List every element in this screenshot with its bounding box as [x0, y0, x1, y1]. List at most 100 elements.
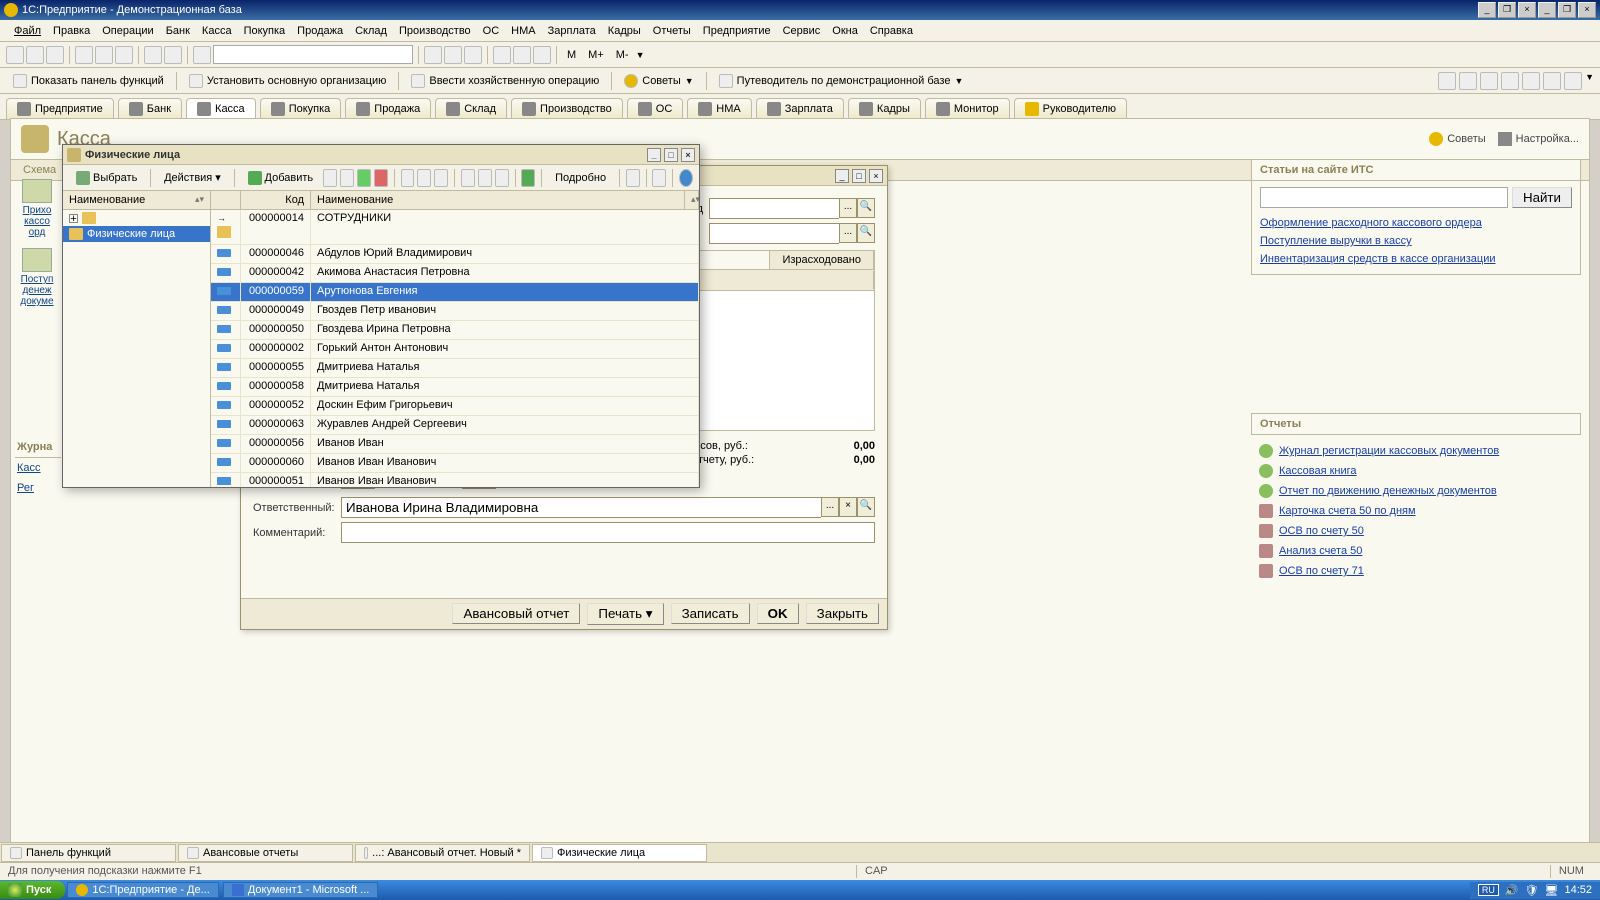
table-row[interactable]: 000000049Гвоздев Петр иванович	[211, 302, 699, 321]
minimize-button[interactable]: _	[1478, 2, 1496, 18]
col-sort[interactable]: ▴▾	[685, 191, 699, 209]
col-code[interactable]: Код	[241, 191, 311, 209]
menu-os[interactable]: ОС	[477, 23, 506, 39]
help2-icon[interactable]	[679, 169, 693, 187]
clock[interactable]: 14:52	[1564, 884, 1592, 896]
person-input[interactable]	[709, 223, 839, 244]
lang-indicator[interactable]: RU	[1478, 884, 1499, 896]
persons-max-button[interactable]: □	[664, 148, 678, 162]
wintab-advance-new[interactable]: ...: Авансовый отчет. Новый *	[355, 844, 530, 862]
start-button[interactable]: Пуск	[0, 881, 65, 899]
select-button[interactable]: Выбрать	[69, 168, 144, 188]
print2-icon[interactable]	[626, 169, 640, 187]
report-link-1[interactable]: Кассовая книга	[1279, 465, 1357, 477]
new-icon[interactable]	[6, 46, 24, 64]
minimize2-button[interactable]: _	[1538, 2, 1556, 18]
tab-manager[interactable]: Руководителю	[1014, 98, 1127, 119]
add-button[interactable]: Добавить	[241, 168, 321, 188]
col-icon[interactable]	[211, 191, 241, 209]
table-row[interactable]: 000000051Иванов Иван Иванович	[211, 473, 699, 487]
write-button[interactable]: Записать	[671, 603, 750, 624]
menu-operations[interactable]: Операции	[96, 23, 159, 39]
sklad-lookup-button[interactable]: 🔍	[857, 198, 875, 218]
close2-button[interactable]: ×	[1578, 2, 1596, 18]
details-button[interactable]: Подробно	[548, 169, 613, 187]
filteroff-icon[interactable]	[495, 169, 509, 187]
funcpanel-button[interactable]: Показать панель функций	[6, 71, 171, 91]
resp-lookup-button[interactable]: 🔍	[857, 497, 875, 517]
rt-icon-4[interactable]	[1501, 72, 1519, 90]
subtab-scheme[interactable]: Схема	[11, 160, 69, 180]
restore-button[interactable]: ❐	[1498, 2, 1516, 18]
redo-icon[interactable]	[164, 46, 182, 64]
doc-close-button[interactable]: ×	[869, 169, 883, 183]
menu-windows[interactable]: Окна	[826, 23, 864, 39]
menu-production[interactable]: Производство	[393, 23, 477, 39]
wintab-advance-reports[interactable]: Авансовые отчеты	[178, 844, 353, 862]
menu-sale[interactable]: Продажа	[291, 23, 349, 39]
sb-money-doc[interactable]: Поступденеждокуме	[15, 248, 59, 307]
tree-header[interactable]: Наименование	[69, 194, 145, 206]
enterop-button[interactable]: Ввести хозяйственную операцию	[404, 71, 606, 91]
task-item-1c[interactable]: 1С:Предприятие - Де...	[67, 882, 218, 898]
menu-staff[interactable]: Кадры	[602, 23, 647, 39]
table-row[interactable]: 000000055Дмитриева Наталья	[211, 359, 699, 378]
table-row[interactable]: 000000042Акимова Анастасия Петровна	[211, 264, 699, 283]
setorg-button[interactable]: Установить основную организацию	[182, 71, 394, 91]
calc-icon[interactable]	[493, 46, 511, 64]
doc-max-button[interactable]: □	[852, 169, 866, 183]
close-button[interactable]: Закрыть	[806, 603, 879, 624]
mem-m-button[interactable]: M	[562, 47, 581, 63]
tree-root-item[interactable]: Физические лица	[63, 226, 210, 242]
wintab-persons[interactable]: Физические лица	[532, 844, 707, 862]
rt-icon-1[interactable]	[1438, 72, 1456, 90]
table-row[interactable]: 000000056Иванов Иван	[211, 435, 699, 454]
menu-purchase[interactable]: Покупка	[238, 23, 292, 39]
cut-icon[interactable]	[75, 46, 93, 64]
menu-service[interactable]: Сервис	[777, 23, 827, 39]
refresh-icon[interactable]	[521, 169, 535, 187]
task-item-word[interactable]: Документ1 - Microsoft ...	[223, 882, 379, 898]
rt-icon-2[interactable]	[1459, 72, 1477, 90]
report-link-6[interactable]: ОСВ по счету 71	[1279, 565, 1364, 577]
rt-icon-3[interactable]	[1480, 72, 1498, 90]
sb-income-order[interactable]: Прихокассоорд	[15, 179, 59, 238]
tab-warehouse[interactable]: Склад	[435, 98, 507, 119]
rt-icon-6[interactable]	[1543, 72, 1561, 90]
settings-link[interactable]: Настройка...	[1498, 132, 1579, 146]
menu-enterprise[interactable]: Предприятие	[697, 23, 777, 39]
table-row[interactable]: 000000059Арутюнова Евгения	[211, 283, 699, 302]
comment-input[interactable]	[341, 522, 875, 543]
tab-production[interactable]: Производство	[511, 98, 623, 119]
copy-icon[interactable]	[95, 46, 113, 64]
ok-button[interactable]: OK	[757, 603, 799, 624]
table-row[interactable]: 000000063Журавлев Андрей Сергеевич	[211, 416, 699, 435]
menu-nma[interactable]: НМА	[505, 23, 541, 39]
wintab-panel[interactable]: Панель функций	[1, 844, 176, 862]
resp-ellipsis[interactable]: ...	[821, 497, 839, 517]
persons-close-button[interactable]: ×	[681, 148, 695, 162]
close-button[interactable]: ×	[1518, 2, 1536, 18]
report-link-4[interactable]: ОСВ по счету 50	[1279, 525, 1364, 537]
copy-icon[interactable]	[340, 169, 354, 187]
doc-min-button[interactable]: _	[835, 169, 849, 183]
journal-kass[interactable]: Касс	[17, 462, 41, 474]
table-row[interactable]: 000000050Гвоздева Ирина Петровна	[211, 321, 699, 340]
form-icon[interactable]	[652, 169, 666, 187]
articles-find-button[interactable]: Найти	[1512, 187, 1572, 208]
advance-report-button[interactable]: Авансовый отчет	[452, 603, 580, 624]
calendar-icon[interactable]	[513, 46, 531, 64]
tab-purchase[interactable]: Покупка	[260, 98, 342, 119]
edit-icon[interactable]	[357, 169, 371, 187]
hier-icon[interactable]	[417, 169, 431, 187]
journal-reg[interactable]: Рег	[17, 482, 34, 494]
zoom-icon[interactable]	[424, 46, 442, 64]
table-row[interactable]: 000000046Абдулов Юрий Владимирович	[211, 245, 699, 264]
tab-staff[interactable]: Кадры	[848, 98, 921, 119]
article-link-0[interactable]: Оформление расходного кассового ордера	[1260, 217, 1482, 229]
restore2-button[interactable]: ❐	[1558, 2, 1576, 18]
tab-bank[interactable]: Банк	[118, 98, 182, 119]
rt-icon-5[interactable]	[1522, 72, 1540, 90]
col-name[interactable]: Наименование	[311, 191, 685, 209]
report-link-0[interactable]: Журнал регистрации кассовых документов	[1279, 445, 1499, 457]
